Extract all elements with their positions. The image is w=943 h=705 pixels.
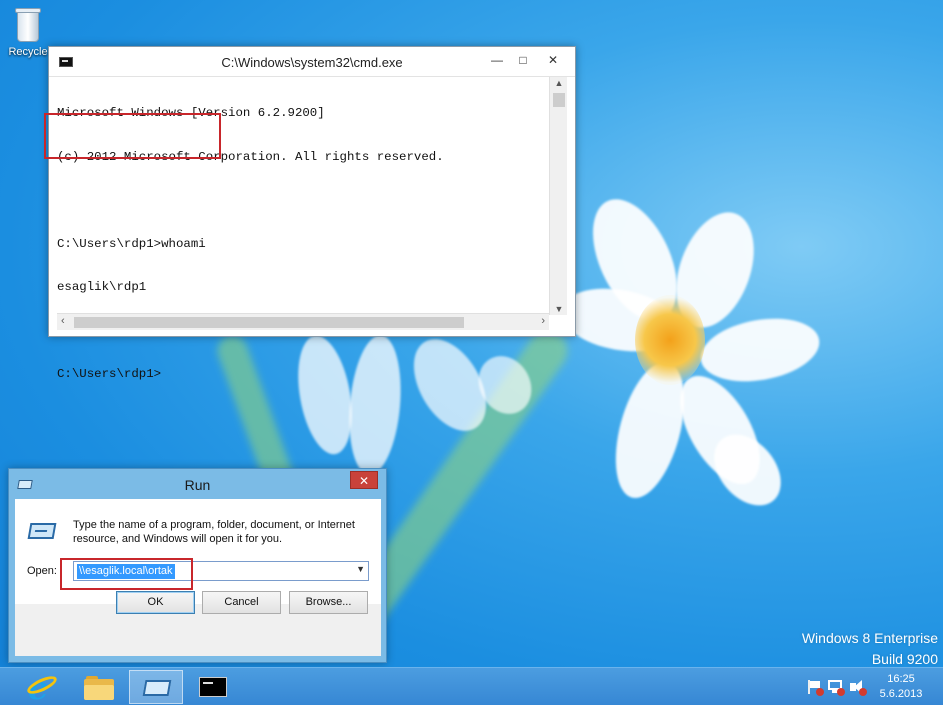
horizontal-scrollbar[interactable]: ‹ › xyxy=(57,313,549,330)
taskbar-run[interactable] xyxy=(129,670,183,704)
recycle-bin-icon xyxy=(13,6,43,44)
path-highlight-box xyxy=(60,558,193,590)
browse-button[interactable]: Browse... xyxy=(289,591,368,614)
desktop-icon-label: Recycle xyxy=(8,46,48,58)
minimize-icon[interactable]: — xyxy=(489,53,505,67)
console-icon xyxy=(199,677,227,697)
console-line: C:\Users\rdp1> xyxy=(57,367,162,381)
horizontal-scroll-thumb[interactable] xyxy=(74,317,464,328)
taskbar-file-explorer[interactable] xyxy=(72,670,126,704)
console-line: esaglik\rdp1 xyxy=(57,280,147,294)
close-icon[interactable]: ✕ xyxy=(545,53,561,67)
ok-button[interactable]: OK xyxy=(116,591,195,614)
run-dialog-title: Run xyxy=(184,477,211,493)
internet-explorer-icon: e xyxy=(24,669,60,705)
taskbar: e 16:25 5.6.2013 xyxy=(0,667,943,705)
clock-time: 16:25 xyxy=(887,673,915,685)
vertical-scroll-thumb[interactable] xyxy=(553,93,565,107)
volume-icon[interactable] xyxy=(849,680,867,696)
run-close-button[interactable]: ✕ xyxy=(350,471,378,489)
windows-watermark: Windows 8 Enterprise Build 9200 xyxy=(802,628,938,670)
run-icon xyxy=(142,680,172,696)
vertical-scrollbar[interactable]: ▲ ▼ xyxy=(549,77,567,315)
whoami-highlight-box xyxy=(44,113,221,159)
taskbar-internet-explorer[interactable]: e xyxy=(14,669,68,705)
cmd-window[interactable]: C:\Windows\system32\cmd.exe — □ ✕ Micros… xyxy=(48,46,576,381)
maximize-icon[interactable]: □ xyxy=(515,53,531,67)
folder-icon xyxy=(84,676,114,700)
clock-date: 5.6.2013 xyxy=(879,688,923,700)
taskbar-cmd[interactable] xyxy=(186,670,240,704)
cmd-titlebar[interactable]: C:\Windows\system32\cmd.exe — □ ✕ xyxy=(49,47,575,77)
console-line: C:\Users\rdp1>whoami xyxy=(57,236,206,251)
scroll-up-icon[interactable]: ▲ xyxy=(550,78,568,88)
network-icon[interactable] xyxy=(827,680,845,696)
run-titlebar[interactable]: Run ✕ xyxy=(9,469,386,499)
edition-text: Windows 8 Enterprise xyxy=(801,630,938,646)
cancel-button[interactable]: Cancel xyxy=(202,591,281,614)
chevron-down-icon[interactable]: ▼ xyxy=(356,564,365,574)
run-program-icon xyxy=(27,521,57,541)
scroll-right-icon[interactable]: › xyxy=(541,315,545,327)
open-label: Open: xyxy=(27,565,57,577)
run-description: Type the name of a program, folder, docu… xyxy=(73,519,355,545)
scroll-down-icon[interactable]: ▼ xyxy=(550,304,568,314)
recycle-bin-desktop-icon[interactable]: Recycle xyxy=(6,6,50,58)
action-center-flag-icon[interactable] xyxy=(806,680,824,696)
scroll-left-icon[interactable]: ‹ xyxy=(61,315,65,327)
clock[interactable]: 16:25 5.6.2013 xyxy=(874,672,928,702)
